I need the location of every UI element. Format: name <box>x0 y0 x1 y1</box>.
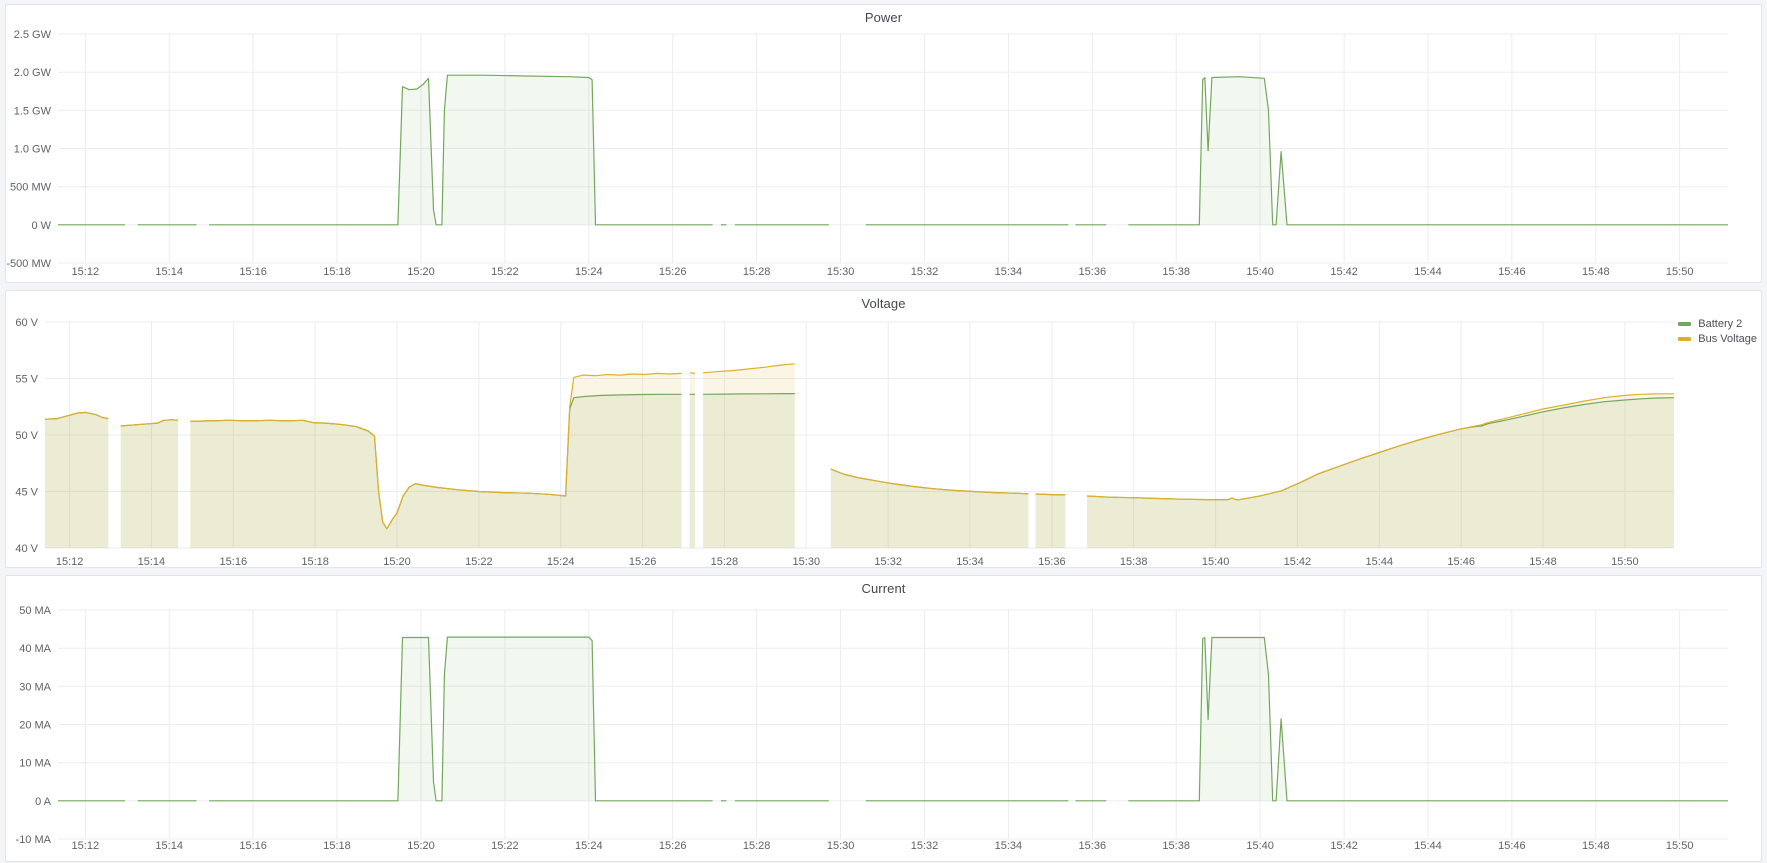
svg-text:15:22: 15:22 <box>465 556 493 567</box>
svg-text:15:20: 15:20 <box>407 840 435 852</box>
svg-text:15:14: 15:14 <box>155 840 183 852</box>
svg-text:50 MA: 50 MA <box>19 605 51 617</box>
panel-title-power: Power <box>865 10 902 25</box>
svg-text:50 V: 50 V <box>15 430 38 442</box>
svg-text:15:48: 15:48 <box>1529 556 1557 567</box>
svg-text:15:46: 15:46 <box>1498 840 1526 852</box>
legend-swatch-icon <box>1678 322 1691 326</box>
svg-text:15:20: 15:20 <box>407 266 435 278</box>
svg-text:15:22: 15:22 <box>491 266 519 278</box>
svg-text:15:38: 15:38 <box>1162 266 1190 278</box>
svg-text:30 MA: 30 MA <box>19 681 51 693</box>
current-chart[interactable]: 15:12 15:14 15:16 15:18 15:20 15:22 15:24 15:26… <box>6 576 1761 861</box>
svg-text:45 V: 45 V <box>15 487 38 499</box>
svg-text:15:22: 15:22 <box>491 840 519 852</box>
svg-text:15:38: 15:38 <box>1120 556 1148 567</box>
svg-text:0 W: 0 W <box>31 220 51 232</box>
svg-text:15:28: 15:28 <box>743 840 771 852</box>
legend-label: Battery 2 <box>1698 318 1742 330</box>
svg-text:20 MA: 20 MA <box>19 720 51 732</box>
svg-text:15:34: 15:34 <box>995 266 1023 278</box>
legend-item-bus-voltage[interactable]: Bus Voltage <box>1678 333 1757 345</box>
svg-text:15:24: 15:24 <box>547 556 575 567</box>
svg-text:15:44: 15:44 <box>1414 266 1442 278</box>
svg-text:15:38: 15:38 <box>1162 840 1190 852</box>
svg-text:15:16: 15:16 <box>239 840 267 852</box>
svg-text:15:42: 15:42 <box>1330 840 1358 852</box>
svg-text:15:40: 15:40 <box>1246 266 1274 278</box>
svg-text:15:26: 15:26 <box>659 266 687 278</box>
power-chart[interactable]: 15:12 15:14 15:16 15:18 15:20 15:22 15:24 15:26… <box>6 5 1761 282</box>
svg-text:15:32: 15:32 <box>911 840 939 852</box>
svg-text:15:46: 15:46 <box>1447 556 1475 567</box>
svg-text:10 MA: 10 MA <box>19 758 51 770</box>
svg-text:15:12: 15:12 <box>72 266 100 278</box>
panel-title-current: Current <box>861 581 905 596</box>
svg-text:15:32: 15:32 <box>874 556 902 567</box>
svg-text:0 A: 0 A <box>35 796 52 808</box>
svg-text:15:14: 15:14 <box>155 266 183 278</box>
svg-text:15:44: 15:44 <box>1366 556 1394 567</box>
svg-text:2.5 GW: 2.5 GW <box>14 29 52 41</box>
svg-text:15:14: 15:14 <box>138 556 166 567</box>
svg-text:15:30: 15:30 <box>793 556 821 567</box>
panel-voltage: Voltage 15:1215:1415:1615:1815:2015:2215… <box>5 290 1762 568</box>
svg-text:15:12: 15:12 <box>72 840 100 852</box>
svg-text:1.5 GW: 1.5 GW <box>14 105 52 117</box>
svg-text:15:26: 15:26 <box>659 840 687 852</box>
panel-header-current[interactable]: Current <box>6 576 1761 600</box>
svg-text:55 V: 55 V <box>15 374 38 386</box>
svg-text:500 MW: 500 MW <box>10 182 52 194</box>
svg-text:15:26: 15:26 <box>629 556 657 567</box>
svg-text:15:42: 15:42 <box>1284 556 1312 567</box>
svg-text:15:50: 15:50 <box>1611 556 1639 567</box>
svg-text:15:30: 15:30 <box>827 266 855 278</box>
legend-item-battery-2[interactable]: Battery 2 <box>1678 318 1757 330</box>
svg-text:15:12: 15:12 <box>56 556 84 567</box>
svg-text:-500 MW: -500 MW <box>6 258 51 270</box>
svg-text:15:28: 15:28 <box>711 556 739 567</box>
svg-text:15:48: 15:48 <box>1582 266 1610 278</box>
svg-text:15:40: 15:40 <box>1202 556 1230 567</box>
svg-text:15:24: 15:24 <box>575 840 603 852</box>
svg-text:15:36: 15:36 <box>1038 556 1066 567</box>
svg-text:40 V: 40 V <box>15 543 38 555</box>
svg-text:15:46: 15:46 <box>1498 266 1526 278</box>
svg-text:15:50: 15:50 <box>1666 266 1694 278</box>
svg-text:15:34: 15:34 <box>956 556 984 567</box>
legend-label: Bus Voltage <box>1698 333 1757 345</box>
svg-text:60 V: 60 V <box>15 317 38 329</box>
svg-text:15:16: 15:16 <box>220 556 248 567</box>
svg-text:15:44: 15:44 <box>1414 840 1442 852</box>
panel-power: Power 15:12 15:14 15:16 15:18 15:20 15:22 15:2… <box>5 4 1762 283</box>
svg-text:15:34: 15:34 <box>995 840 1023 852</box>
svg-text:15:40: 15:40 <box>1246 840 1274 852</box>
svg-text:15:18: 15:18 <box>301 556 329 567</box>
svg-text:15:48: 15:48 <box>1582 840 1610 852</box>
svg-text:15:36: 15:36 <box>1079 840 1107 852</box>
panel-title-voltage: Voltage <box>861 296 905 311</box>
svg-text:15:18: 15:18 <box>323 266 351 278</box>
svg-text:15:20: 15:20 <box>383 556 411 567</box>
svg-text:15:42: 15:42 <box>1330 266 1358 278</box>
panel-header-voltage[interactable]: Voltage <box>6 291 1761 315</box>
svg-text:15:32: 15:32 <box>911 266 939 278</box>
legend-swatch-icon <box>1678 337 1691 341</box>
svg-text:1.0 GW: 1.0 GW <box>14 144 52 156</box>
svg-text:15:30: 15:30 <box>827 840 855 852</box>
svg-text:15:24: 15:24 <box>575 266 603 278</box>
svg-text:2.0 GW: 2.0 GW <box>14 67 52 79</box>
svg-text:15:50: 15:50 <box>1666 840 1694 852</box>
panel-current: Current 15:1215:1415:1615:1815:2015:2215… <box>5 575 1762 862</box>
svg-text:-10 MA: -10 MA <box>16 834 52 846</box>
panel-header-power[interactable]: Power <box>6 5 1761 29</box>
voltage-chart[interactable]: 15:12 15:14 15:16 15:18 15:20 15:22 15:24 15:26… <box>6 291 1761 567</box>
svg-text:15:18: 15:18 <box>323 840 351 852</box>
voltage-legend: Battery 2 Bus Voltage <box>1678 318 1757 345</box>
svg-text:15:16: 15:16 <box>239 266 267 278</box>
svg-text:15:36: 15:36 <box>1079 266 1107 278</box>
svg-text:40 MA: 40 MA <box>19 643 51 655</box>
svg-text:15:28: 15:28 <box>743 266 771 278</box>
